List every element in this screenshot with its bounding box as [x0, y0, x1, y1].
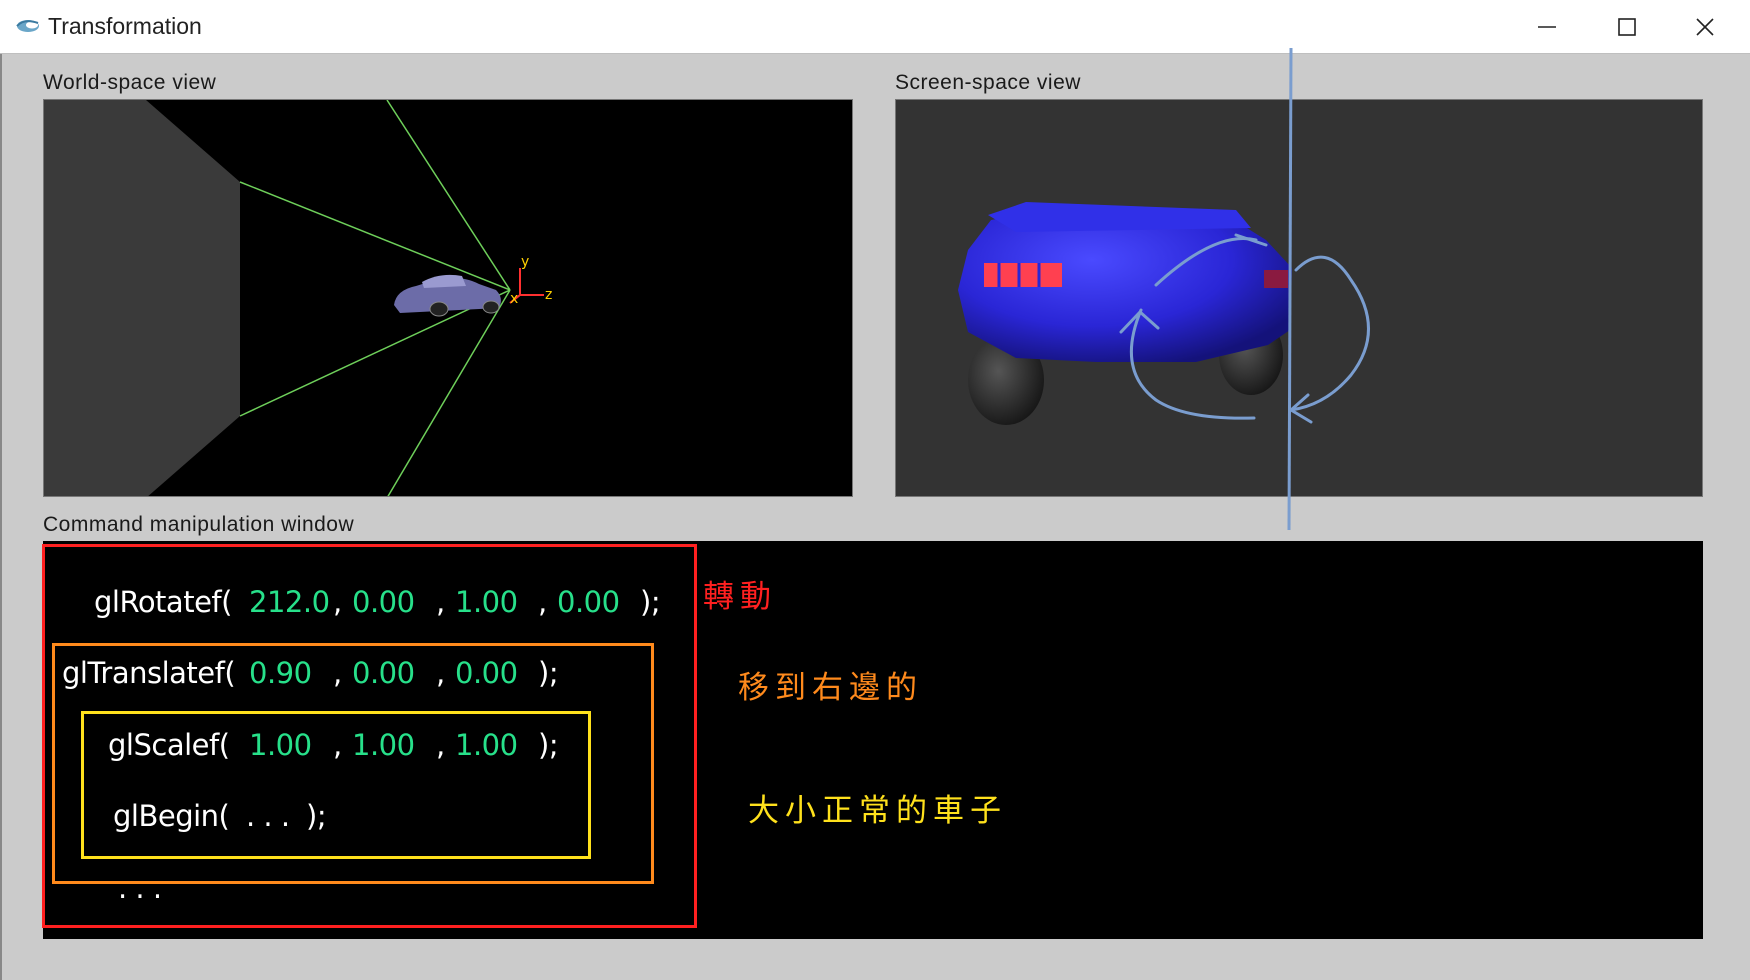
window-title: Transformation [48, 13, 202, 39]
maximize-icon [1618, 18, 1636, 36]
axis-z-label: z [545, 287, 552, 303]
scale-highlight-box [81, 711, 591, 859]
frustum-edge [239, 181, 511, 291]
world-scene: y z x [44, 100, 552, 496]
world-space-view[interactable]: y z x [43, 99, 853, 497]
scale-note: 大小正常的車子 [748, 793, 1007, 829]
frustum-edge [386, 100, 511, 291]
frustum-far-plane [44, 100, 240, 496]
frustum-edge [387, 289, 511, 496]
close-button[interactable] [1665, 0, 1745, 54]
title-bar: Transformation [0, 0, 1750, 54]
axis-gizmo: y z x [509, 254, 552, 307]
close-icon [1696, 18, 1714, 36]
car-tail-light-left [984, 263, 1062, 287]
translate-note: 移到右邊的 [738, 670, 923, 706]
minimize-button[interactable] [1507, 0, 1587, 54]
command-window-label: Command manipulation window [43, 513, 355, 536]
window-app-icon [16, 20, 39, 32]
screen-view-label: Screen-space view [895, 71, 1081, 94]
divider-annotation-line [1287, 47, 1293, 531]
minimize-icon [1538, 26, 1556, 28]
screen-space-view[interactable] [895, 99, 1703, 497]
world-view-label: World-space view [43, 71, 217, 94]
world-car [394, 274, 501, 317]
rotate-note: 轉動 [703, 579, 777, 615]
axis-x-label: x [510, 291, 518, 307]
screen-scene [958, 202, 1370, 425]
car-spoiler [988, 202, 1251, 232]
axis-y-label: y [521, 254, 529, 270]
maximize-button[interactable] [1587, 0, 1667, 54]
